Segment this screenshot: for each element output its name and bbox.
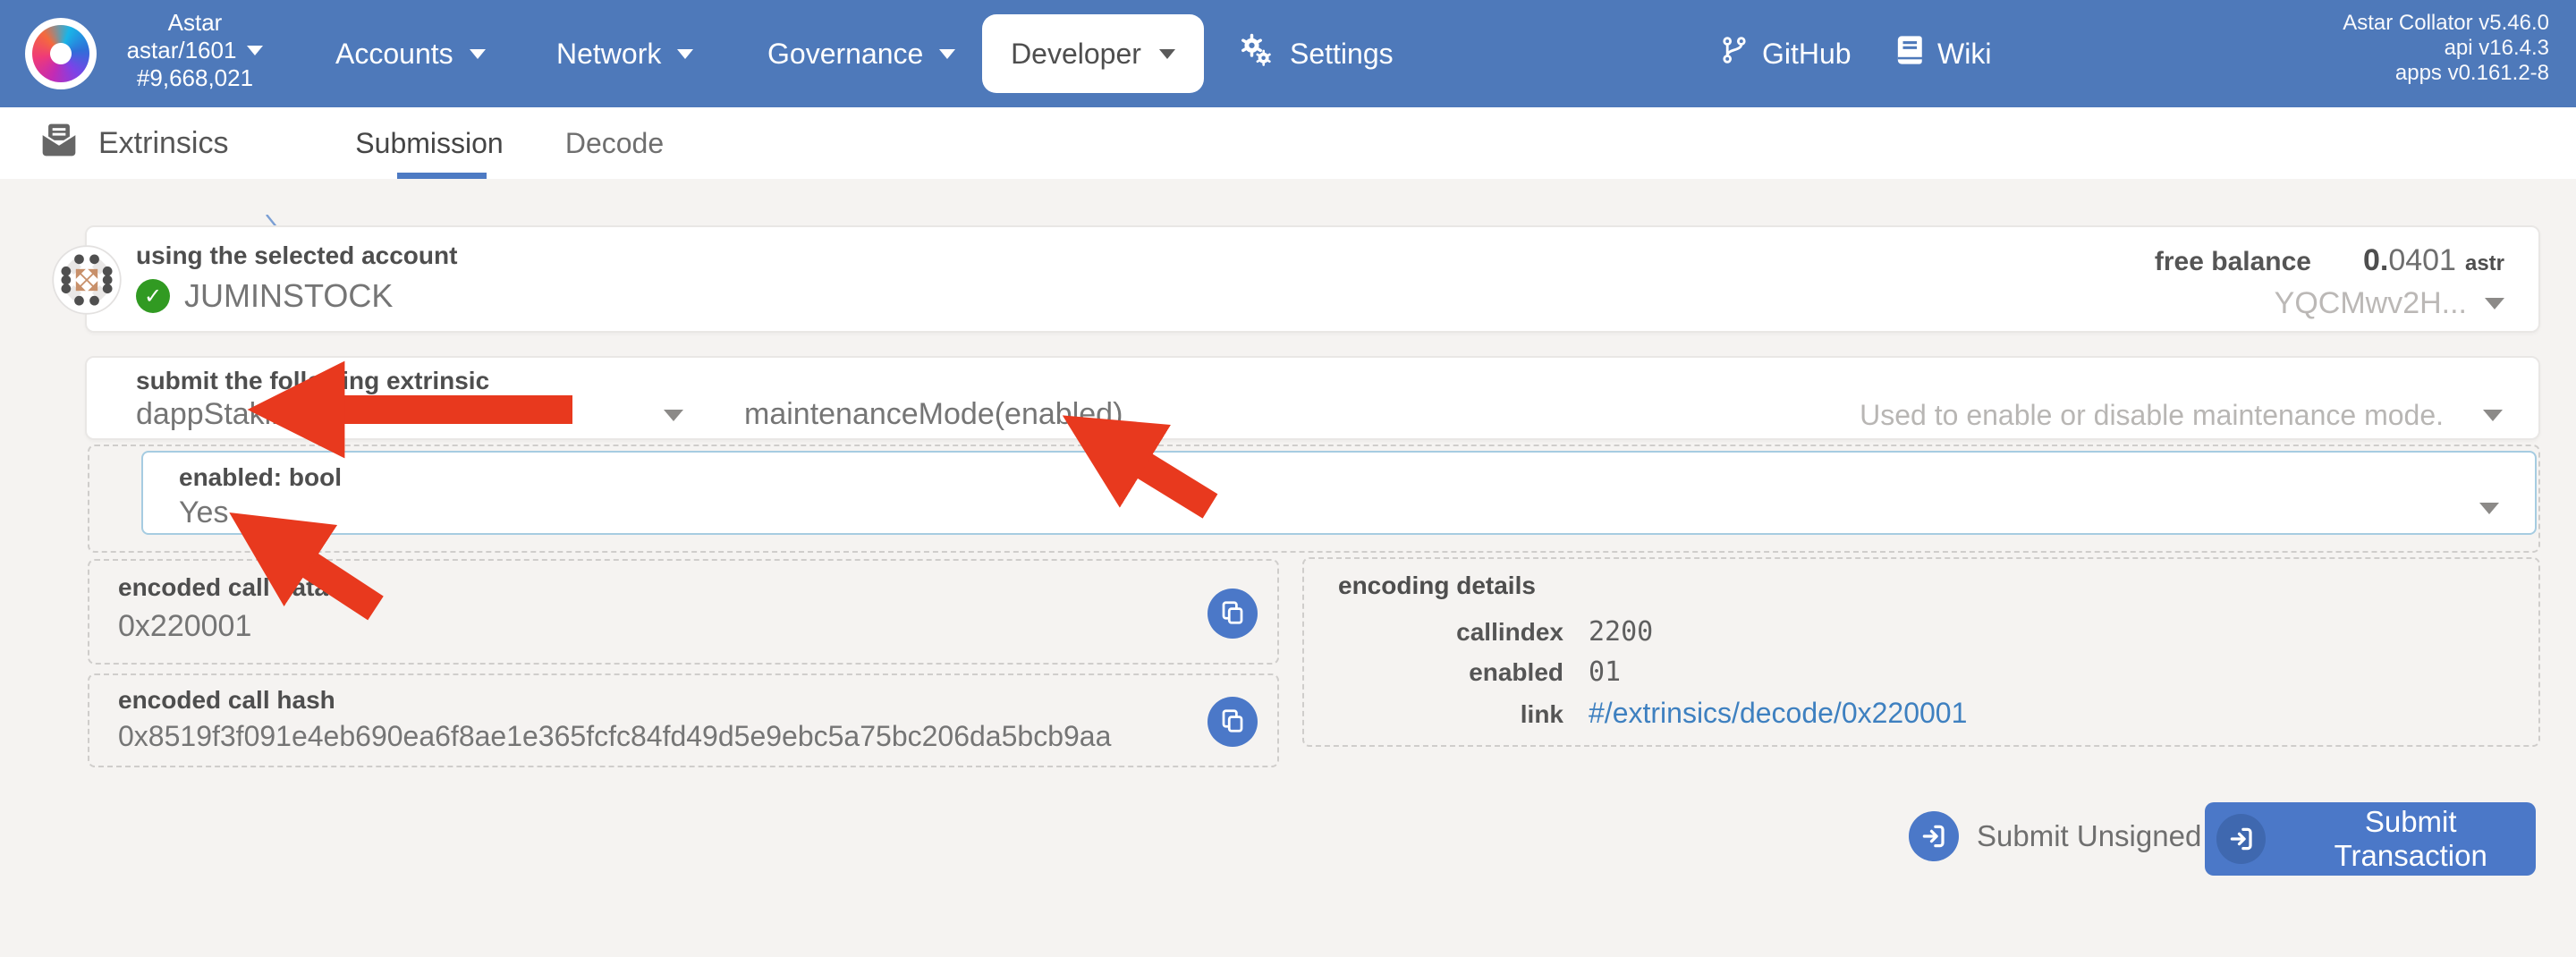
- chevron-down-icon: [1159, 49, 1175, 59]
- param-label: enabled: bool: [179, 463, 342, 492]
- chevron-down-icon: [2483, 410, 2503, 421]
- nav-network[interactable]: Network: [556, 0, 693, 107]
- sign-in-icon: [2216, 814, 2266, 864]
- submit-unsigned-button[interactable]: Submit Unsigned: [1909, 811, 2201, 861]
- chevron-down-icon: [2485, 298, 2504, 309]
- astar-apps-window: Astar astar/1601 #9,668,021 Accounts Net…: [0, 0, 2576, 957]
- tab-submission[interactable]: Submission: [358, 107, 501, 179]
- envelope-icon: [39, 120, 79, 167]
- method-select[interactable]: maintenanceMode(enabled): [744, 397, 1123, 432]
- free-balance-label: free balance: [2155, 247, 2311, 277]
- call-data-value: 0x220001: [118, 609, 251, 644]
- section-title: Extrinsics: [39, 107, 228, 179]
- chevron-down-icon: [939, 49, 955, 59]
- astar-logo: [25, 18, 97, 89]
- decode-link[interactable]: #/extrinsics/decode/0x220001: [1589, 697, 1967, 730]
- extrinsic-card: submit the following extrinsic dappStaki…: [85, 356, 2540, 440]
- call-data-label: encoded call data: [118, 573, 328, 602]
- chevron-down-icon: [664, 410, 683, 421]
- account-caption: using the selected account: [136, 241, 457, 270]
- account-address-dropdown[interactable]: YQCMwv2H...: [2275, 286, 2504, 321]
- page-tab-bar: Extrinsics Submission Decode: [0, 107, 2576, 179]
- chain-selector[interactable]: Astar astar/1601 #9,668,021: [100, 9, 290, 92]
- enabled-bool-select[interactable]: enabled: bool Yes: [141, 451, 2537, 535]
- collator-version: Astar Collator v5.46.0: [2343, 11, 2549, 36]
- encoding-row-callindex: callindex 2200: [1338, 616, 1967, 656]
- selected-account-card: using the selected account ✓ JUMINSTOCK …: [85, 225, 2540, 333]
- runtime-versions: Astar Collator v5.46.0 api v16.4.3 apps …: [2343, 11, 2549, 86]
- section-title-label: Extrinsics: [98, 126, 228, 161]
- call-hash-value: 0x8519f3f091e4eb690ea6f8ae1e365fcfc84fd4…: [118, 720, 1111, 753]
- tab-decode[interactable]: Decode: [556, 107, 673, 179]
- chain-spec: astar/1601: [127, 37, 237, 64]
- valid-check-icon: ✓: [136, 279, 170, 313]
- book-icon: [1896, 35, 1925, 72]
- best-block-number: #9,668,021: [100, 64, 290, 92]
- nav-accounts[interactable]: Accounts: [335, 0, 486, 107]
- call-hash-label: encoded call hash: [118, 686, 335, 715]
- gear-icon: [1236, 31, 1274, 76]
- chevron-down-icon: [470, 49, 486, 59]
- encoded-call-hash-box: encoded call hash 0x8519f3f091e4eb690ea6…: [88, 673, 1279, 767]
- param-value: Yes: [179, 495, 228, 530]
- chevron-down-icon: [247, 46, 263, 55]
- github-branch-icon: [1719, 35, 1750, 72]
- sign-in-icon: [1909, 811, 1959, 861]
- api-version: api v16.4.3: [2343, 36, 2549, 61]
- method-hint: Used to enable or disable maintenance mo…: [1860, 399, 2444, 432]
- free-balance: free balance 0. 0401 astr: [2155, 243, 2504, 278]
- wiki-link[interactable]: Wiki: [1896, 0, 1991, 107]
- encoding-details-label: encoding details: [1338, 572, 1536, 600]
- chain-name: Astar: [100, 9, 290, 37]
- copy-call-data-button[interactable]: [1208, 589, 1258, 639]
- free-balance-unit: astr: [2465, 251, 2504, 276]
- submit-transaction-button[interactable]: Submit Transaction: [2205, 802, 2536, 876]
- apps-version: apps v0.161.2-8: [2343, 61, 2549, 86]
- copy-call-hash-button[interactable]: [1208, 697, 1258, 747]
- astar-logo-knot: [32, 25, 89, 82]
- encoding-details-box: encoding details callindex 2200 enabled …: [1302, 557, 2540, 747]
- free-balance-int: 0.: [2363, 243, 2388, 278]
- active-tab-underline: [397, 173, 487, 179]
- free-balance-decimals: 0401: [2388, 243, 2456, 278]
- extrinsic-caption: submit the following extrinsic: [136, 367, 489, 395]
- chevron-down-icon: [677, 49, 693, 59]
- encoding-row-link: link #/extrinsics/decode/0x220001: [1338, 697, 1967, 737]
- github-link[interactable]: GitHub: [1719, 0, 1852, 107]
- account-name: JUMINSTOCK: [184, 277, 393, 315]
- pallet-select[interactable]: dappStaking: [136, 397, 305, 432]
- encoding-row-enabled: enabled 01: [1338, 656, 1967, 697]
- params-container: enabled: bool Yes: [88, 445, 2540, 553]
- encoded-call-data-box: encoded call data 0x220001: [88, 559, 1279, 665]
- chevron-down-icon: [2479, 503, 2499, 514]
- account-identicon[interactable]: [52, 245, 122, 319]
- account-address-short: YQCMwv2H...: [2275, 286, 2467, 321]
- copy-icon: [1219, 599, 1246, 629]
- nav-governance[interactable]: Governance: [767, 0, 955, 107]
- top-nav-bar: Astar astar/1601 #9,668,021 Accounts Net…: [0, 0, 2576, 107]
- nav-developer-active[interactable]: Developer: [982, 14, 1204, 93]
- copy-icon: [1219, 707, 1246, 737]
- nav-settings[interactable]: Settings: [1236, 0, 1394, 107]
